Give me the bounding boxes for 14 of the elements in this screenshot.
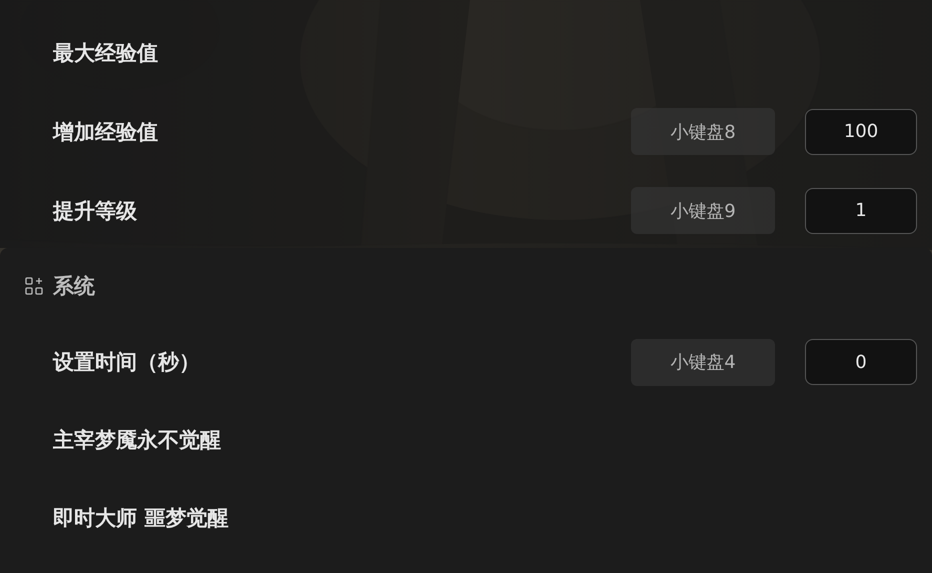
hotkey-button[interactable]: 小键盘4: [631, 338, 775, 386]
hotkey-button[interactable]: 小键盘8: [631, 108, 775, 155]
value-field[interactable]: 1: [805, 188, 917, 234]
value-field[interactable]: 100: [805, 108, 917, 154]
value-field[interactable]: 0: [805, 339, 917, 385]
hotkey-button[interactable]: 小键盘9: [631, 187, 775, 234]
option-label: 增加经验值: [53, 118, 159, 146]
option-label: 即时大师 噩梦觉醒: [53, 505, 230, 532]
section-title: 系统: [53, 272, 95, 300]
option-label: 提升等级: [53, 198, 138, 224]
option-label: 主宰梦魇永不觉醒: [53, 427, 222, 454]
option-label: 设置时间（秒）: [53, 349, 201, 376]
option-label: 最大经验值: [53, 40, 159, 66]
apps-add-icon: [25, 276, 43, 294]
